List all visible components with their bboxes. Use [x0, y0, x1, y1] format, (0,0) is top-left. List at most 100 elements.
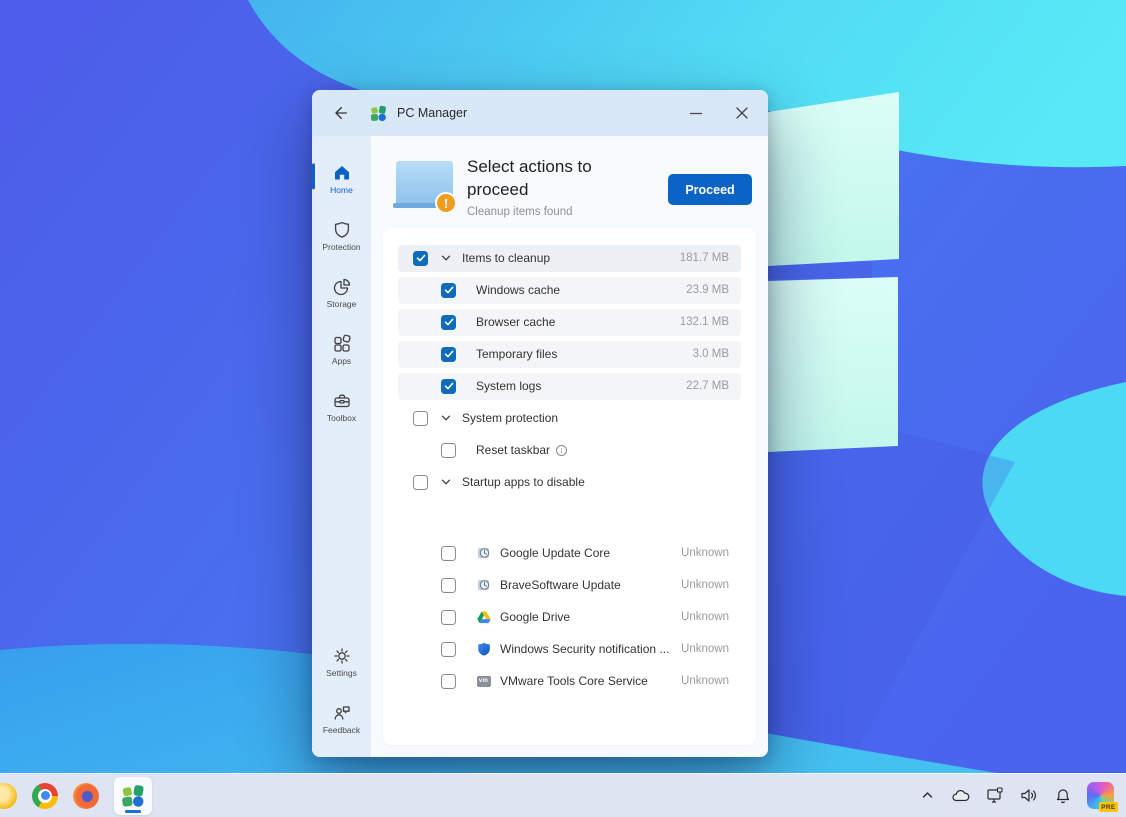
notification-bell-icon[interactable]	[1053, 786, 1073, 806]
row-label: Windows cache	[476, 283, 560, 297]
row-size: 181.7 MB	[680, 252, 729, 264]
proceed-button[interactable]: Proceed	[668, 174, 752, 205]
network-icon[interactable]	[985, 786, 1005, 806]
checkbox-windows-cache[interactable]	[441, 283, 456, 298]
row-temporary-files[interactable]: Temporary files 3.0 MB	[398, 341, 741, 368]
checkbox-windows-security-notification[interactable]	[441, 642, 456, 657]
system-tray: PRE	[917, 782, 1126, 809]
row-items-to-cleanup[interactable]: Items to cleanup 181.7 MB	[398, 245, 741, 272]
row-vmware-tools[interactable]: vm VMware Tools Core Service Unknown	[398, 668, 741, 695]
row-system-protection[interactable]: System protection	[398, 405, 741, 432]
taskbar: PRE	[0, 773, 1126, 817]
chevron-down-icon[interactable]	[440, 476, 452, 488]
page-title: Select actions to proceed	[467, 156, 642, 202]
taskbar-pc-manager-active[interactable]	[114, 777, 152, 815]
row-status: Unknown	[681, 611, 729, 623]
sidebar-item-feedback[interactable]: Feedback	[312, 690, 371, 747]
row-google-drive[interactable]: Google Drive Unknown	[398, 604, 741, 631]
checkbox-temporary-files[interactable]	[441, 347, 456, 362]
volume-icon[interactable]	[1019, 786, 1039, 806]
close-button[interactable]	[734, 105, 750, 121]
row-label: Temporary files	[476, 347, 557, 361]
sidebar-item-home[interactable]: Home	[312, 150, 371, 207]
firefox-icon[interactable]	[73, 783, 99, 809]
back-button[interactable]	[330, 103, 350, 123]
row-windows-security-notification[interactable]: Windows Security notification ... Unknow…	[398, 636, 741, 663]
sidebar-spacer	[312, 435, 371, 633]
row-status: Unknown	[681, 675, 729, 687]
row-label: System logs	[476, 379, 541, 393]
sidebar-item-apps[interactable]: Apps	[312, 321, 371, 378]
row-windows-cache[interactable]: Windows cache 23.9 MB	[398, 277, 741, 304]
row-label: Reset taskbar	[476, 443, 550, 457]
row-size: 3.0 MB	[693, 348, 729, 360]
shield-icon	[332, 220, 352, 240]
warning-badge-icon: !	[435, 192, 457, 214]
chevron-down-icon[interactable]	[440, 412, 452, 424]
taskbar-app-partial-icon[interactable]	[0, 783, 17, 809]
google-drive-icon	[477, 611, 491, 624]
info-icon[interactable]: i	[556, 445, 567, 456]
main-content: ! Select actions to proceed Cleanup item…	[371, 136, 768, 757]
row-size: 23.9 MB	[686, 284, 729, 296]
sidebar-item-toolbox[interactable]: Toolbox	[312, 378, 371, 435]
minimize-button[interactable]	[688, 105, 704, 121]
row-label: Google Update Core	[500, 546, 610, 560]
checkbox-system-protection[interactable]	[413, 411, 428, 426]
titlebar: PC Manager	[312, 90, 768, 136]
checkbox-startup-apps[interactable]	[413, 475, 428, 490]
chevron-down-icon[interactable]	[440, 252, 452, 264]
sidebar-item-storage[interactable]: Storage	[312, 264, 371, 321]
onedrive-cloud-icon[interactable]	[951, 786, 971, 806]
row-size: 132.1 MB	[680, 316, 729, 328]
chrome-icon[interactable]	[32, 783, 58, 809]
row-reset-taskbar[interactable]: Reset taskbar i	[398, 437, 741, 464]
row-label: Items to cleanup	[462, 251, 550, 265]
desktop: PC Manager Home Protection	[0, 0, 1126, 817]
google-update-icon	[477, 546, 491, 560]
gear-icon	[332, 646, 352, 666]
copilot-icon[interactable]: PRE	[1087, 782, 1114, 809]
pie-chart-icon	[332, 277, 352, 297]
cleanup-header: ! Select actions to proceed Cleanup item…	[371, 136, 768, 218]
checkbox-browser-cache[interactable]	[441, 315, 456, 330]
tray-chevron-up-icon[interactable]	[917, 786, 937, 806]
row-size: 22.7 MB	[686, 380, 729, 392]
checkbox-google-drive[interactable]	[441, 610, 456, 625]
checkbox-reset-taskbar[interactable]	[441, 443, 456, 458]
page-subtitle: Cleanup items found	[467, 206, 668, 218]
row-label: Browser cache	[476, 315, 555, 329]
row-google-update-core[interactable]: Google Update Core Unknown	[398, 540, 741, 567]
pc-manager-icon	[121, 784, 145, 808]
row-startup-apps[interactable]: Startup apps to disable	[398, 469, 741, 496]
checkbox-vmware-tools[interactable]	[441, 674, 456, 689]
row-status: Unknown	[681, 579, 729, 591]
brave-update-icon	[477, 578, 491, 592]
row-label: System protection	[462, 411, 558, 425]
row-label: Google Drive	[500, 610, 570, 624]
row-label: BraveSoftware Update	[500, 578, 621, 592]
checkbox-items-to-cleanup[interactable]	[413, 251, 428, 266]
row-system-logs[interactable]: System logs 22.7 MB	[398, 373, 741, 400]
row-label: Windows Security notification ...	[500, 642, 669, 656]
row-label: Startup apps to disable	[462, 475, 585, 489]
sidebar-item-settings[interactable]: Settings	[312, 633, 371, 690]
laptop-illustration: !	[393, 158, 459, 216]
windows-security-icon	[477, 642, 491, 656]
sidebar: Home Protection Storage Apps Toolbox	[312, 136, 371, 757]
active-app-indicator	[125, 810, 141, 813]
checkbox-google-update-core[interactable]	[441, 546, 456, 561]
row-status: Unknown	[681, 643, 729, 655]
cleanup-list-card: Items to cleanup 181.7 MB Windows cache …	[383, 228, 756, 745]
window-title: PC Manager	[397, 106, 467, 120]
checkbox-system-logs[interactable]	[441, 379, 456, 394]
home-icon	[332, 163, 352, 183]
feedback-icon	[332, 703, 352, 723]
sidebar-item-protection[interactable]: Protection	[312, 207, 371, 264]
toolbox-icon	[332, 391, 352, 411]
row-browser-cache[interactable]: Browser cache 132.1 MB	[398, 309, 741, 336]
row-status: Unknown	[681, 547, 729, 559]
checkbox-bravesoftware-update[interactable]	[441, 578, 456, 593]
copilot-pre-badge: PRE	[1099, 802, 1118, 812]
row-bravesoftware-update[interactable]: BraveSoftware Update Unknown	[398, 572, 741, 599]
